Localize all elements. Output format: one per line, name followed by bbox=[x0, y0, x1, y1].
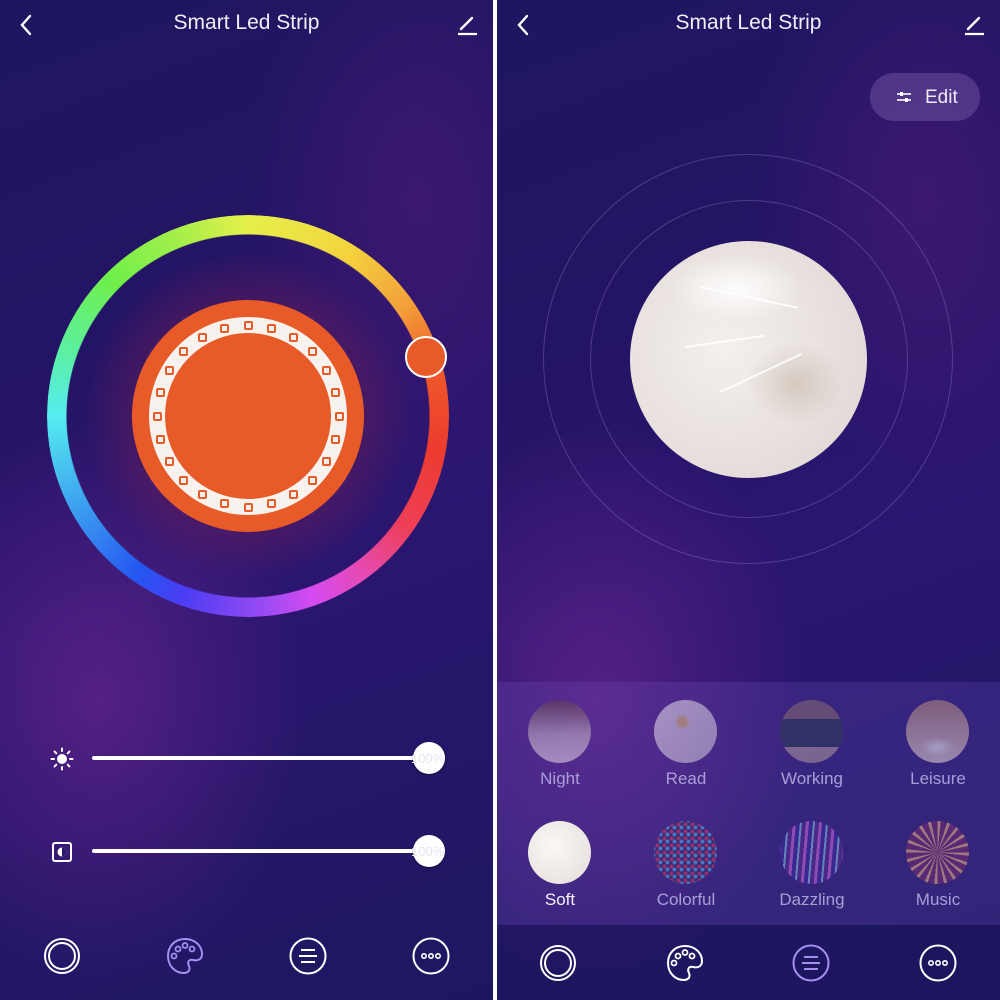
scene-label: Music bbox=[915, 890, 961, 909]
saturation-value: 100% bbox=[411, 844, 445, 859]
header: Smart Led Strip bbox=[0, 0, 493, 50]
led-dot bbox=[307, 475, 317, 485]
edit-button[interactable]: Edit bbox=[870, 73, 980, 121]
tab-light[interactable] bbox=[42, 936, 82, 976]
brightness-slider[interactable]: 100% bbox=[45, 739, 485, 779]
led-dot bbox=[179, 475, 189, 485]
tab-scene[interactable] bbox=[288, 936, 328, 976]
scene-thumbnail bbox=[906, 700, 969, 763]
tab-more[interactable] bbox=[918, 943, 958, 983]
tab-more[interactable] bbox=[411, 936, 451, 976]
pencil-icon[interactable] bbox=[455, 12, 479, 36]
bottom-tab-bar bbox=[497, 925, 1000, 1000]
led-dot bbox=[243, 502, 253, 512]
scene-thumbnail bbox=[906, 821, 969, 884]
scene-dazzling[interactable]: Dazzling bbox=[749, 803, 875, 913]
led-dot bbox=[152, 411, 162, 421]
led-dot bbox=[267, 323, 277, 333]
header: Smart Led Strip bbox=[497, 0, 1000, 50]
scene-label: Dazzling bbox=[779, 890, 845, 909]
led-dot bbox=[243, 320, 253, 330]
scene-label: Read bbox=[665, 769, 707, 788]
tab-color[interactable] bbox=[665, 943, 705, 983]
led-dot bbox=[331, 387, 341, 397]
sun-brightness-icon bbox=[50, 747, 74, 771]
scene-leisure[interactable]: Leisure bbox=[875, 682, 1000, 792]
tab-color[interactable] bbox=[165, 936, 205, 976]
page-title: Smart Led Strip bbox=[675, 11, 822, 34]
led-dot bbox=[164, 457, 174, 466]
scene-music[interactable]: Music bbox=[875, 803, 1000, 913]
led-dot bbox=[322, 457, 332, 466]
scene-label: Colorful bbox=[656, 890, 716, 909]
brightness-value: 100% bbox=[411, 751, 445, 766]
led-dot bbox=[219, 323, 229, 333]
scene-thumbnail bbox=[654, 821, 717, 884]
color-screen: Smart Led Strip 100% 100% bbox=[0, 0, 493, 1000]
scene-colorful[interactable]: Colorful bbox=[623, 803, 749, 913]
pencil-icon[interactable] bbox=[962, 12, 986, 36]
tab-scene[interactable] bbox=[791, 943, 831, 983]
contrast-icon bbox=[52, 842, 72, 862]
color-preview-core bbox=[165, 333, 331, 499]
scene-thumbnail bbox=[528, 821, 591, 884]
slider-track[interactable] bbox=[92, 756, 432, 760]
scene-soft[interactable]: Soft bbox=[497, 803, 623, 913]
led-dot bbox=[334, 411, 344, 421]
slider-track[interactable] bbox=[92, 849, 432, 853]
color-wheel-handle[interactable] bbox=[405, 336, 447, 378]
current-scene-image[interactable] bbox=[630, 241, 867, 478]
led-dot bbox=[267, 499, 277, 509]
scene-screen: Smart Led Strip Edit Night Read Working … bbox=[497, 0, 1000, 1000]
scene-grid: Night Read Working Leisure Soft Colorful… bbox=[497, 682, 1000, 925]
led-dot bbox=[307, 347, 317, 357]
scene-thumbnail bbox=[780, 700, 843, 763]
scene-thumbnail bbox=[654, 700, 717, 763]
scene-thumbnail bbox=[780, 821, 843, 884]
scene-label: Leisure bbox=[910, 769, 966, 788]
scene-working[interactable]: Working bbox=[749, 682, 875, 792]
feather-detail bbox=[699, 286, 798, 309]
scene-label: Night bbox=[540, 769, 580, 788]
scene-night[interactable]: Night bbox=[497, 682, 623, 792]
feather-detail bbox=[719, 353, 802, 393]
led-dot bbox=[155, 435, 165, 445]
led-dot bbox=[179, 347, 189, 357]
led-dot bbox=[219, 499, 229, 509]
led-dot bbox=[198, 332, 207, 342]
feather-detail bbox=[684, 334, 765, 348]
sliders-icon bbox=[897, 92, 911, 102]
led-dot bbox=[198, 490, 207, 500]
scene-read[interactable]: Read bbox=[623, 682, 749, 792]
led-dot bbox=[164, 366, 174, 375]
tab-light[interactable] bbox=[538, 943, 578, 983]
scene-label: Soft bbox=[544, 890, 576, 909]
scene-thumbnail bbox=[528, 700, 591, 763]
led-dot bbox=[322, 366, 332, 375]
led-dot bbox=[289, 332, 298, 342]
scene-label: Working bbox=[780, 769, 844, 788]
led-dot bbox=[331, 435, 341, 445]
page-title: Smart Led Strip bbox=[173, 11, 320, 34]
led-dot bbox=[155, 387, 165, 397]
bottom-tab-bar bbox=[0, 910, 493, 1000]
saturation-slider[interactable]: 100% bbox=[45, 832, 485, 872]
edit-button-label: Edit bbox=[925, 87, 958, 108]
led-dot bbox=[289, 490, 298, 500]
